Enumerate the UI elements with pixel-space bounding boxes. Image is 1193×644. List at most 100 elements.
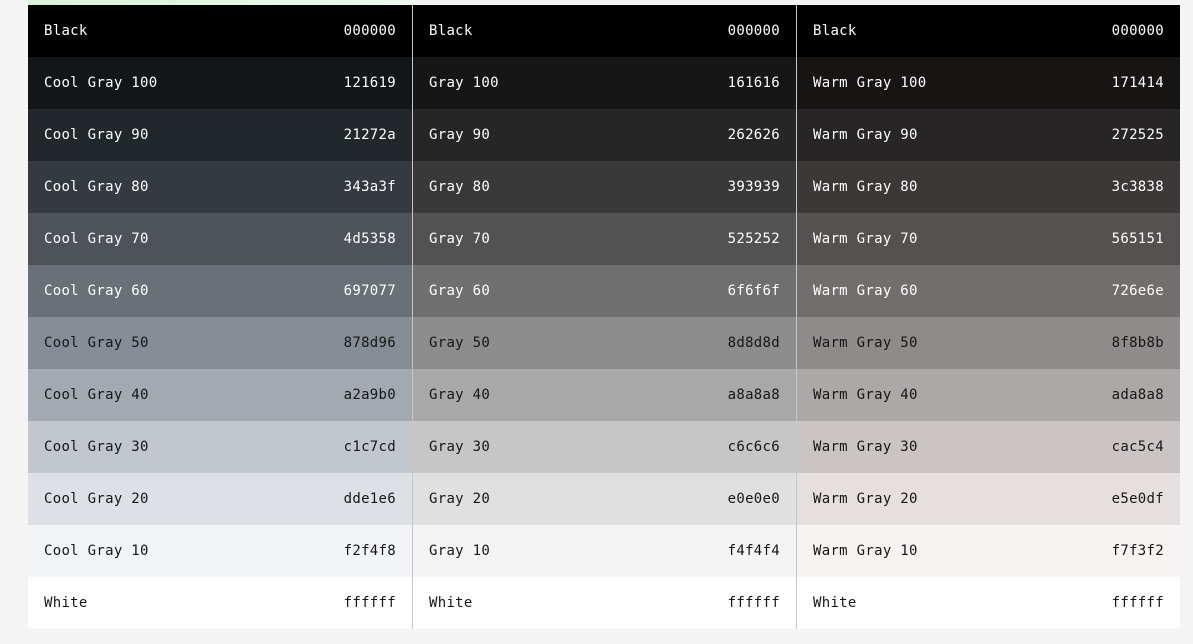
swatch-hex-value: 161616 [727, 75, 780, 91]
color-swatch[interactable]: Warm Gray 30 cac5c4 [797, 421, 1180, 473]
color-swatch[interactable]: Cool Gray 70 4d5358 [28, 213, 412, 265]
color-swatch[interactable]: Cool Gray 50 878d96 [28, 317, 412, 369]
swatch-hex-value: f7f3f2 [1111, 543, 1164, 559]
swatch-hex-value: 697077 [343, 283, 396, 299]
swatch-name: Gray 70 [429, 231, 491, 247]
swatch-name: Cool Gray 60 [44, 283, 149, 299]
swatch-name: Cool Gray 100 [44, 75, 158, 91]
swatch-hex-value: e5e0df [1111, 491, 1164, 507]
swatch-name: Cool Gray 80 [44, 179, 149, 195]
color-swatch[interactable]: Warm Gray 50 8f8b8b [797, 317, 1180, 369]
swatch-hex-value: c1c7cd [343, 439, 396, 455]
swatch-name: Warm Gray 10 [813, 543, 918, 559]
swatch-hex-value: a8a8a8 [727, 387, 780, 403]
color-swatch[interactable]: Cool Gray 40 a2a9b0 [28, 369, 412, 421]
color-swatch[interactable]: Gray 10 f4f4f4 [413, 525, 796, 577]
swatch-hex-value: 121619 [343, 75, 396, 91]
swatch-name: Cool Gray 50 [44, 335, 149, 351]
color-swatch[interactable]: Gray 90 262626 [413, 109, 796, 161]
color-swatch[interactable]: Gray 80 393939 [413, 161, 796, 213]
swatch-hex-value: 4d5358 [343, 231, 396, 247]
swatch-hex-value: 393939 [727, 179, 780, 195]
color-swatch[interactable]: Gray 100 161616 [413, 57, 796, 109]
swatch-name: Gray 30 [429, 439, 491, 455]
swatch-name: Warm Gray 60 [813, 283, 918, 299]
color-swatch[interactable]: Cool Gray 80 343a3f [28, 161, 412, 213]
color-swatch[interactable]: Gray 20 e0e0e0 [413, 473, 796, 525]
swatch-hex-value: 343a3f [343, 179, 396, 195]
color-swatch[interactable]: Cool Gray 90 21272a [28, 109, 412, 161]
swatch-name: Gray 20 [429, 491, 491, 507]
swatch-name: White [429, 595, 473, 611]
swatch-name: Cool Gray 40 [44, 387, 149, 403]
color-swatch[interactable]: White ffffff [28, 577, 412, 629]
color-swatch[interactable]: Warm Gray 40 ada8a8 [797, 369, 1180, 421]
color-swatch[interactable]: Cool Gray 100 121619 [28, 57, 412, 109]
swatch-name: Warm Gray 40 [813, 387, 918, 403]
color-swatch[interactable]: White ffffff [413, 577, 796, 629]
swatch-name: Gray 50 [429, 335, 491, 351]
swatch-hex-value: 262626 [727, 127, 780, 143]
swatch-hex-value: 000000 [1111, 23, 1164, 39]
color-swatch[interactable]: Gray 50 8d8d8d [413, 317, 796, 369]
swatch-hex-value: 8f8b8b [1111, 335, 1164, 351]
gray-column: Black 000000 Gray 100 161616 Gray 90 262626 Gr… [412, 5, 796, 629]
swatch-hex-value: 878d96 [343, 335, 396, 351]
color-swatch[interactable]: Gray 30 c6c6c6 [413, 421, 796, 473]
color-swatch[interactable]: Cool Gray 10 f2f4f8 [28, 525, 412, 577]
swatch-name: White [813, 595, 857, 611]
swatch-name: Gray 10 [429, 543, 491, 559]
swatch-hex-value: 8d8d8d [727, 335, 780, 351]
color-swatch[interactable]: Warm Gray 70 565151 [797, 213, 1180, 265]
swatch-name: Black [44, 23, 88, 39]
color-swatch[interactable]: Cool Gray 60 697077 [28, 265, 412, 317]
color-swatch[interactable]: Cool Gray 30 c1c7cd [28, 421, 412, 473]
swatch-hex-value: 21272a [343, 127, 396, 143]
color-swatch[interactable]: Warm Gray 10 f7f3f2 [797, 525, 1180, 577]
color-swatch[interactable]: Gray 40 a8a8a8 [413, 369, 796, 421]
swatch-hex-value: 565151 [1111, 231, 1164, 247]
swatch-hex-value: 6f6f6f [727, 283, 780, 299]
warm-gray-column: Black 000000 Warm Gray 100 171414 Warm Gray … [796, 5, 1180, 629]
color-swatch[interactable]: Warm Gray 100 171414 [797, 57, 1180, 109]
swatch-name: Gray 90 [429, 127, 491, 143]
swatch-name: Black [429, 23, 473, 39]
swatch-name: Warm Gray 20 [813, 491, 918, 507]
swatch-hex-value: cac5c4 [1111, 439, 1164, 455]
color-swatch[interactable]: Warm Gray 90 272525 [797, 109, 1180, 161]
swatch-hex-value: 000000 [343, 23, 396, 39]
cool-gray-column: Black 000000 Cool Gray 100 121619 Cool Gray … [28, 5, 412, 629]
color-swatch[interactable]: Cool Gray 20 dde1e6 [28, 473, 412, 525]
swatch-hex-value: ffffff [727, 595, 780, 611]
color-swatch[interactable]: Warm Gray 80 3c3838 [797, 161, 1180, 213]
swatch-hex-value: a2a9b0 [343, 387, 396, 403]
swatch-name: Warm Gray 100 [813, 75, 927, 91]
swatch-hex-value: ffffff [1111, 595, 1164, 611]
swatch-name: Black [813, 23, 857, 39]
swatch-name: Gray 100 [429, 75, 499, 91]
swatch-name: Warm Gray 70 [813, 231, 918, 247]
color-swatch[interactable]: Warm Gray 20 e5e0df [797, 473, 1180, 525]
swatch-hex-value: f4f4f4 [727, 543, 780, 559]
swatch-name: Gray 40 [429, 387, 491, 403]
color-swatch[interactable]: Black 000000 [413, 5, 796, 57]
color-swatch[interactable]: White ffffff [797, 577, 1180, 629]
swatch-name: White [44, 595, 88, 611]
swatch-hex-value: 000000 [727, 23, 780, 39]
swatch-hex-value: c6c6c6 [727, 439, 780, 455]
color-swatch[interactable]: Gray 70 525252 [413, 213, 796, 265]
color-swatch[interactable]: Warm Gray 60 726e6e [797, 265, 1180, 317]
swatch-hex-value: e0e0e0 [727, 491, 780, 507]
swatch-hex-value: 3c3838 [1111, 179, 1164, 195]
swatch-name: Warm Gray 50 [813, 335, 918, 351]
swatch-hex-value: 272525 [1111, 127, 1164, 143]
swatch-name: Gray 60 [429, 283, 491, 299]
swatch-name: Cool Gray 20 [44, 491, 149, 507]
color-swatch[interactable]: Black 000000 [797, 5, 1180, 57]
swatch-name: Cool Gray 30 [44, 439, 149, 455]
swatch-hex-value: 726e6e [1111, 283, 1164, 299]
swatch-name: Cool Gray 90 [44, 127, 149, 143]
swatch-hex-value: f2f4f8 [343, 543, 396, 559]
color-swatch[interactable]: Black 000000 [28, 5, 412, 57]
color-swatch[interactable]: Gray 60 6f6f6f [413, 265, 796, 317]
